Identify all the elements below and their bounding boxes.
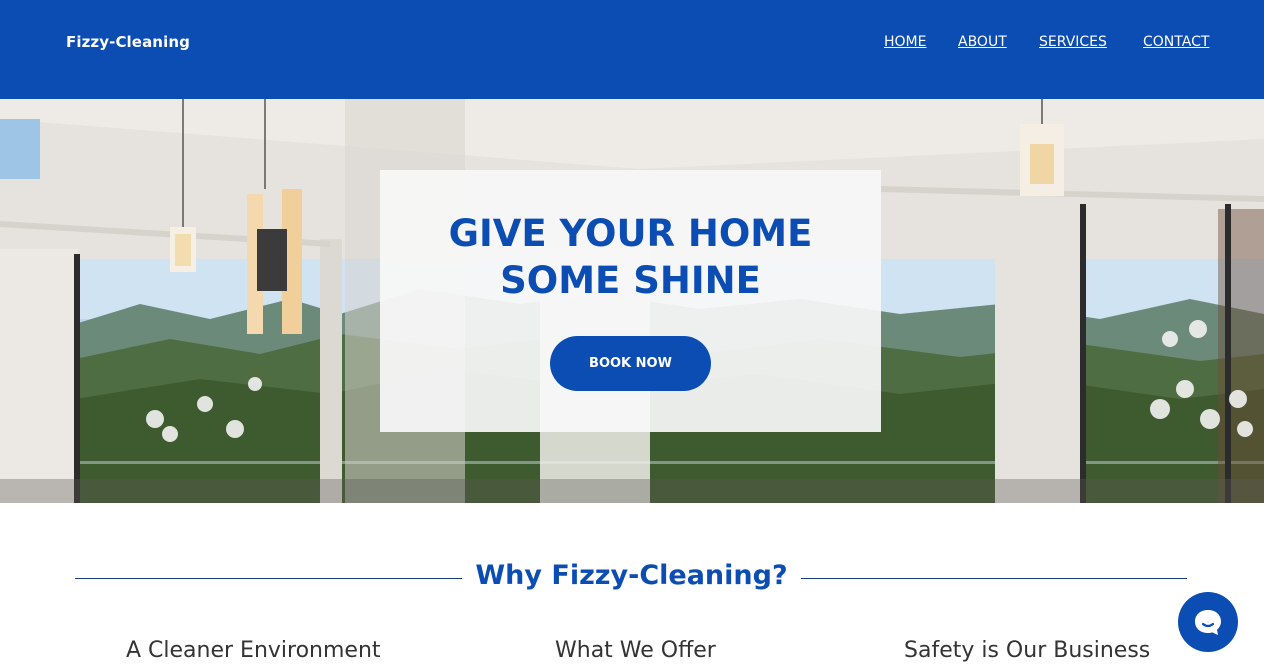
feature-heading-offer: What We Offer (555, 638, 716, 663)
hero-title-line-1: GIVE YOUR HOME (448, 212, 813, 255)
chat-bubble-icon (1195, 610, 1221, 635)
feature-heading-environment: A Cleaner Environment (126, 638, 381, 663)
section-divider-right (801, 578, 1187, 579)
section-title: Why Fizzy-Cleaning? (475, 560, 788, 591)
nav-about[interactable]: ABOUT (958, 34, 1007, 50)
hero-title-line-2: SOME SHINE (500, 259, 761, 302)
hero-card: GIVE YOUR HOME SOME SHINE BOOK NOW (380, 170, 881, 432)
nav-services[interactable]: SERVICES (1039, 34, 1107, 50)
chat-widget-button[interactable] (1178, 592, 1238, 652)
book-now-button[interactable]: BOOK NOW (550, 336, 711, 391)
hero-section: GIVE YOUR HOME SOME SHINE BOOK NOW (0, 99, 1264, 503)
hero-title: GIVE YOUR HOME SOME SHINE (380, 210, 881, 304)
nav-home[interactable]: HOME (884, 34, 926, 50)
feature-heading-safety: Safety is Our Business (904, 638, 1151, 663)
nav-contact[interactable]: CONTACT (1143, 34, 1209, 50)
brand-logo[interactable]: Fizzy-Cleaning (66, 33, 190, 51)
site-header: Fizzy-Cleaning HOME ABOUT SERVICES CONTA… (0, 0, 1264, 99)
section-divider-left (75, 578, 462, 579)
